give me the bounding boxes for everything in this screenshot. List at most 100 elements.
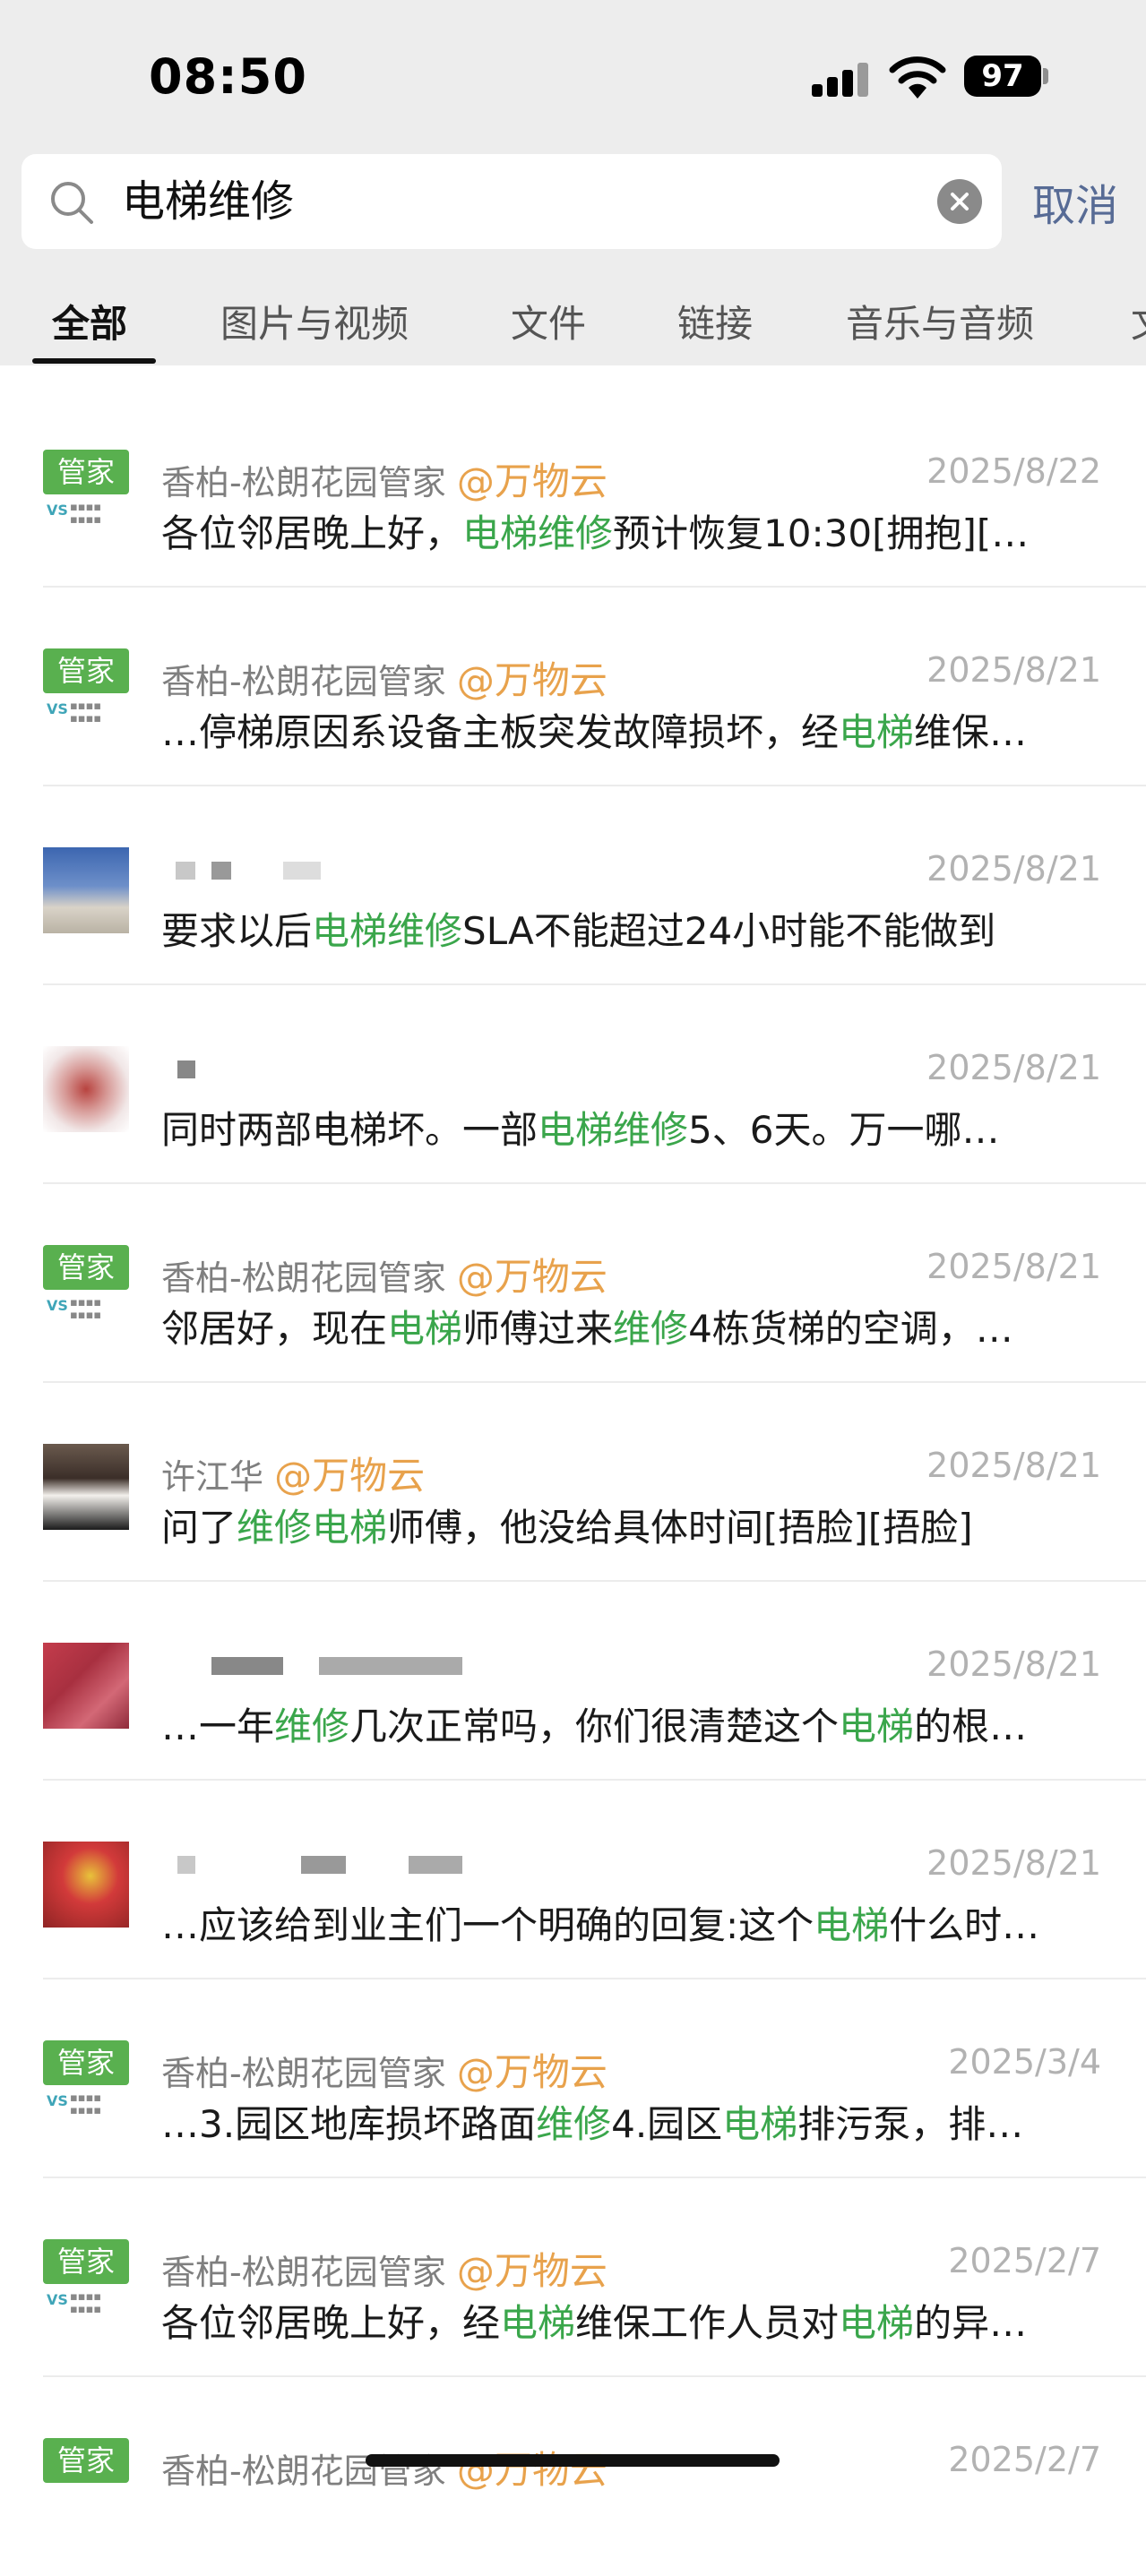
search-result-row[interactable]: 管家 VS ▪▪▪▪ ▪▪▪▪ 香柏-松朗花园管家 @万物云 2025/8/21 … [0,588,1146,786]
avatar: 管家 VS ▪▪▪▪ ▪▪▪▪ [43,1245,129,1331]
tab-music-audio[interactable]: 音乐与音频 [846,294,1034,348]
guanjia-badge: 管家 [43,2438,129,2483]
search-result-row[interactable]: 管家 VS ▪▪▪▪ ▪▪▪▪ 香柏-松朗花园管家 @万物云 2025/8/22 … [0,389,1146,588]
avatar [43,1643,129,1729]
mention-tag: @万物云 [456,658,607,702]
blurred-sender-name [283,862,321,880]
search-result-row[interactable]: 管家 VS ▪▪▪▪ ▪▪▪▪ 香柏-松朗花园管家 @万物云 2025/2/7 各… [0,2178,1146,2377]
message-snippet: 各位邻居晚上好，经电梯维保工作人员对电梯的异… [161,2301,1028,2345]
avatar [43,1444,129,1530]
vanke-logo-text-icon: ▪▪▪▪ ▪▪▪▪ [70,2091,102,2117]
vanke-logo-text-icon: ▪▪▪▪ ▪▪▪▪ [70,700,102,726]
avatar: 管家 VS ▪▪▪▪ ▪▪▪▪ [43,2040,129,2126]
sender-name: 香柏-松朗花园管家 @万物云 [161,2050,607,2094]
cellular-signal-icon [812,63,871,97]
message-date: 2025/8/21 [926,849,1101,889]
message-date: 2025/2/7 [948,2241,1101,2280]
mention-tag: @万物云 [456,2050,607,2094]
search-box[interactable]: 电梯维修 [22,154,1002,249]
message-date: 2025/8/22 [926,451,1101,491]
message-date: 2025/8/21 [926,1048,1101,1087]
sender-name: 香柏-松朗花园管家 @万物云 [161,658,607,702]
search-result-row[interactable]: 2025/8/21 …一年维修几次正常吗，你们很清楚这个电梯的根… [0,1582,1146,1781]
sender-name: 香柏-松朗花园管家 @万物云 [161,1255,607,1299]
guanjia-badge: 管家 [43,2239,129,2284]
search-input[interactable]: 电梯维修 [122,154,928,249]
message-date: 2025/8/21 [926,650,1101,690]
tab-images-videos[interactable]: 图片与视频 [220,294,409,348]
blurred-sender-name [176,862,195,880]
tab-links[interactable]: 链接 [677,294,753,348]
message-snippet: 要求以后电梯维修SLA不能超过24小时能不能做到 [161,909,996,953]
blurred-sender-name [177,1060,195,1078]
battery-icon: 97 [964,56,1041,97]
tab-more[interactable]: 文 [1131,294,1146,348]
vanke-logo-icon: VS [47,700,68,717]
blurred-sender-name [301,1856,346,1874]
search-result-row[interactable]: 管家 VS ▪▪▪▪ ▪▪▪▪ 香柏-松朗花园管家 @万物云 2025/3/4 …… [0,1979,1146,2178]
message-snippet: …3.园区地库损坏路面维修4.园区电梯排污泵，排… [161,2102,1024,2146]
vanke-logo-icon: VS [47,2092,68,2109]
message-snippet: …停梯原因系设备主板突发故障损坏，经电梯维保… [161,710,1028,754]
search-result-row[interactable]: 2025/8/21 同时两部电梯坏。一部电梯维修5、6天。万一哪… [0,985,1146,1184]
avatar [43,1046,129,1132]
vanke-logo-text-icon: ▪▪▪▪ ▪▪▪▪ [70,1296,102,1322]
clear-search-icon[interactable] [937,179,982,224]
blurred-sender-name [319,1657,462,1675]
message-snippet: …一年维修几次正常吗，你们很清楚这个电梯的根… [161,1704,1028,1748]
guanjia-badge: 管家 [43,1245,129,1290]
sender-name: 香柏-松朗花园管家 @万物云 [161,2249,607,2293]
search-result-row[interactable]: 管家 VS ▪▪▪▪ ▪▪▪▪ 香柏-松朗花园管家 @万物云 2025/8/21 … [0,1184,1146,1383]
vanke-logo-text-icon: ▪▪▪▪ ▪▪▪▪ [70,2290,102,2316]
message-date: 2025/2/7 [948,2440,1101,2479]
sender-name: 香柏-松朗花园管家 @万物云 [161,2448,607,2492]
sender-name: 香柏-松朗花园管家 @万物云 [161,459,607,503]
mention-tag: @万物云 [456,2249,607,2293]
message-date: 2025/8/21 [926,1843,1101,1883]
message-snippet: …应该给到业主们一个明确的回复:这个电梯什么时… [161,1903,1040,1947]
vanke-logo-text-icon: ▪▪▪▪ ▪▪▪▪ [70,501,102,527]
avatar [43,1842,129,1928]
status-time: 08:50 [149,48,307,105]
avatar [43,847,129,933]
message-snippet: 各位邻居晚上好，电梯维修预计恢复10:30[拥抱][… [161,511,1030,555]
search-bar: 电梯维修 取消 [0,143,1146,269]
tab-files[interactable]: 文件 [511,294,586,348]
guanjia-badge: 管家 [43,450,129,494]
search-result-row[interactable]: 许江华 @万物云 2025/8/21 问了维修电梯师傅，他没给具体时间[捂脸][… [0,1383,1146,1582]
vanke-logo-icon: VS [47,2291,68,2308]
cancel-button[interactable]: 取消 [1032,170,1118,233]
message-date: 2025/8/21 [926,1247,1101,1286]
search-icon [51,182,93,224]
active-tab-indicator [32,358,156,364]
blurred-sender-name [211,1657,283,1675]
guanjia-badge: 管家 [43,2040,129,2085]
blurred-sender-name [177,1856,195,1874]
search-result-row[interactable]: 2025/8/21 …应该给到业主们一个明确的回复:这个电梯什么时… [0,1781,1146,1979]
sender-name: 许江华 @万物云 [161,1454,426,1498]
blurred-sender-name [211,862,231,880]
mention-tag: @万物云 [456,1255,607,1299]
avatar: 管家 VS ▪▪▪▪ ▪▪▪▪ [43,2239,129,2325]
guanjia-badge: 管家 [43,648,129,693]
avatar: 管家 VS ▪▪▪▪ ▪▪▪▪ [43,648,129,734]
search-result-row[interactable]: 管家 香柏-松朗花园管家 @万物云 2025/2/7 [0,2377,1146,2576]
message-date: 2025/8/21 [926,1446,1101,1485]
vanke-logo-icon: VS [47,1297,68,1314]
wifi-icon [889,56,946,99]
message-snippet: 同时两部电梯坏。一部电梯维修5、6天。万一哪… [161,1108,1000,1152]
message-date: 2025/3/4 [948,2042,1101,2082]
vanke-logo-icon: VS [47,502,68,519]
tab-all[interactable]: 全部 [52,294,127,348]
battery-tip [1043,68,1048,84]
search-result-row[interactable]: 2025/8/21 要求以后电梯维修SLA不能超过24小时能不能做到 [0,786,1146,985]
message-snippet: 邻居好，现在电梯师傅过来维修4栋货梯的空调，… [161,1307,1013,1351]
home-indicator[interactable] [366,2454,780,2467]
avatar: 管家 VS ▪▪▪▪ ▪▪▪▪ [43,450,129,536]
category-tabs: 全部 图片与视频 文件 链接 音乐与音频 文 [0,269,1146,365]
mention-tag: @万物云 [274,1454,426,1498]
message-snippet: 问了维修电梯师傅，他没给具体时间[捂脸][捂脸] [161,1506,973,1550]
avatar: 管家 [43,2438,129,2524]
blurred-sender-name [409,1856,462,1874]
message-date: 2025/8/21 [926,1644,1101,1684]
